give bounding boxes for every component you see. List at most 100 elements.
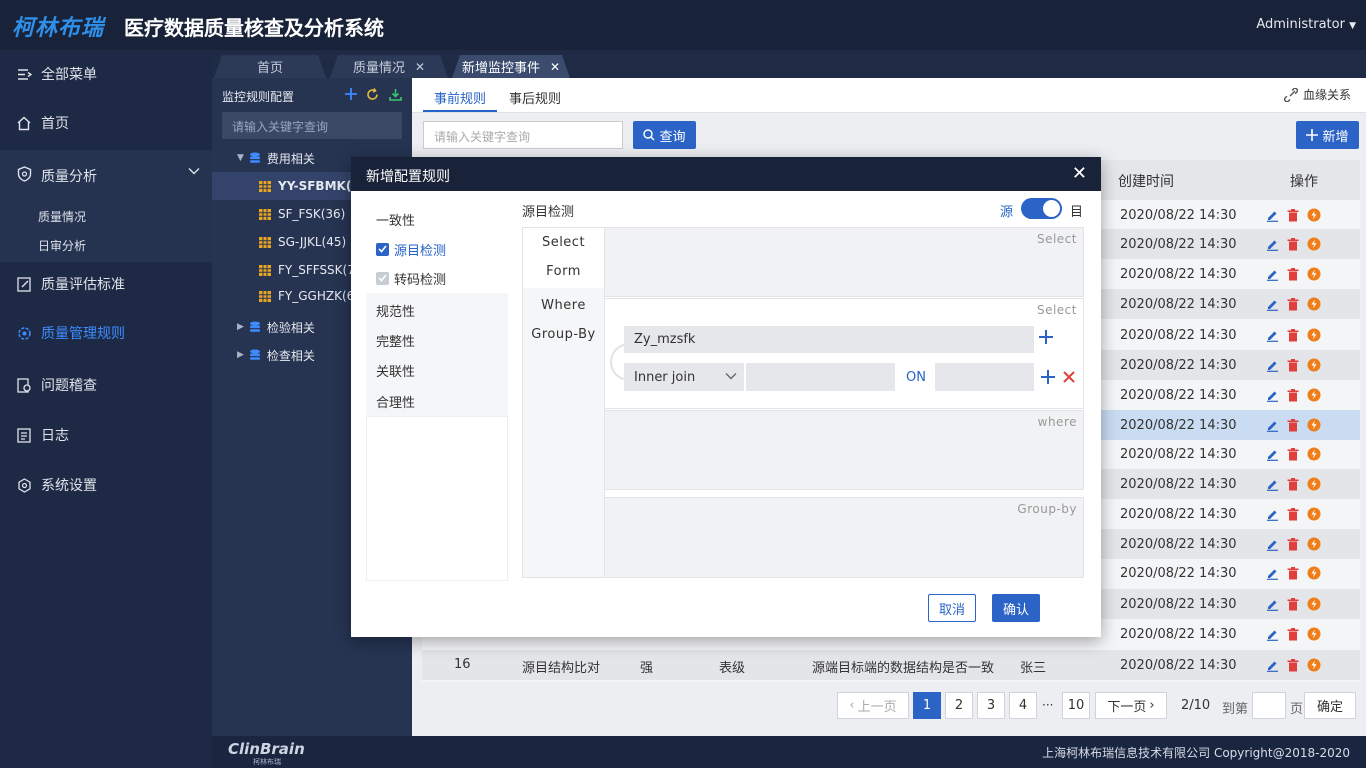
delete-icon[interactable] xyxy=(1287,507,1299,521)
sidebar-item-settings[interactable]: 系统设置 xyxy=(0,461,212,509)
next-page-button[interactable]: 下一页 › xyxy=(1095,692,1167,719)
add-row-icon[interactable] xyxy=(1039,330,1053,344)
delete-icon[interactable] xyxy=(1287,267,1299,281)
page-button[interactable]: 2 xyxy=(945,692,973,719)
add-join-icon[interactable] xyxy=(1041,370,1055,384)
table-row[interactable]: 2020/08/22 14:30 xyxy=(1101,589,1360,619)
sidebar-subitem-daily-analysis[interactable]: 日审分析 xyxy=(38,237,86,254)
sidebar-item-home[interactable]: 首页 xyxy=(0,99,212,147)
subtab-pre-rules[interactable]: 事前规则 xyxy=(434,88,486,107)
execute-icon[interactable] xyxy=(1307,566,1321,580)
table-row[interactable]: 2020/08/22 14:30 xyxy=(1101,259,1360,289)
close-icon[interactable]: ✕ xyxy=(550,60,560,74)
main-search-input[interactable]: 请输入关键字查询 xyxy=(423,121,623,149)
category-normativity[interactable]: 规范性 xyxy=(366,295,508,325)
edit-icon[interactable] xyxy=(1266,268,1279,281)
close-icon[interactable]: ✕ xyxy=(415,60,425,74)
sidebar-subitem-quality-status[interactable]: 质量情况 xyxy=(38,208,86,225)
execute-icon[interactable] xyxy=(1307,658,1321,672)
confirm-button[interactable]: 确认 xyxy=(992,594,1040,622)
sql-nav-select[interactable]: Select xyxy=(523,235,604,250)
sidebar-item-all-menu[interactable]: 全部菜单 xyxy=(0,50,212,98)
sidebar-item-issue-audit[interactable]: 问题稽查 xyxy=(0,361,212,409)
edit-icon[interactable] xyxy=(1266,448,1279,461)
sql-nav-groupby[interactable]: Group-By xyxy=(523,327,604,342)
tab-home[interactable]: 首页 xyxy=(214,55,326,78)
where-panel[interactable]: where xyxy=(604,410,1084,490)
tree-search-input[interactable]: 请输入关键字查询 xyxy=(222,112,402,139)
delete-icon[interactable] xyxy=(1287,597,1299,611)
sql-nav-form[interactable]: Form xyxy=(523,264,604,279)
category-rationality[interactable]: 合理性 xyxy=(366,386,508,416)
edit-icon[interactable] xyxy=(1266,238,1279,251)
table-row[interactable]: 2020/08/22 14:30 xyxy=(1101,650,1360,680)
table-row[interactable]: 2020/08/22 14:30 xyxy=(1101,529,1360,559)
select-panel-top[interactable]: Select xyxy=(604,227,1084,297)
source-target-toggle[interactable] xyxy=(1021,198,1062,219)
delete-icon[interactable] xyxy=(1287,237,1299,251)
edit-icon[interactable] xyxy=(1266,598,1279,611)
delete-icon[interactable] xyxy=(1287,358,1299,372)
execute-icon[interactable] xyxy=(1307,597,1321,611)
subtab-post-rules[interactable]: 事后规则 xyxy=(509,88,561,107)
execute-icon[interactable] xyxy=(1307,447,1321,461)
delete-icon[interactable] xyxy=(1287,418,1299,432)
prev-page-button[interactable]: ‹ 上一页 xyxy=(837,692,909,719)
edit-icon[interactable] xyxy=(1266,359,1279,372)
edit-icon[interactable] xyxy=(1266,567,1279,580)
table-row[interactable]: 2020/08/22 14:30 xyxy=(1101,439,1360,469)
page-button[interactable]: 4 xyxy=(1009,692,1037,719)
user-menu[interactable]: Administrator ▼ xyxy=(1256,17,1356,32)
edit-icon[interactable] xyxy=(1266,478,1279,491)
table-row[interactable]: 2020/08/22 14:30 xyxy=(1101,200,1360,230)
category-transcode-check[interactable]: 转码检测 xyxy=(366,263,508,293)
add-icon[interactable] xyxy=(345,88,357,100)
delete-icon[interactable] xyxy=(1287,208,1299,222)
execute-icon[interactable] xyxy=(1307,537,1321,551)
edit-icon[interactable] xyxy=(1266,298,1279,311)
execute-icon[interactable] xyxy=(1307,267,1321,281)
goto-page-input[interactable] xyxy=(1252,692,1286,719)
edit-icon[interactable] xyxy=(1266,508,1279,521)
remove-join-icon[interactable] xyxy=(1063,371,1075,383)
delete-icon[interactable] xyxy=(1287,297,1299,311)
join-type-select[interactable]: Inner join xyxy=(624,363,744,391)
query-button[interactable]: 查询 xyxy=(633,121,696,149)
table-row[interactable]: 2020/08/22 14:30 xyxy=(1101,289,1360,319)
table-row[interactable]: 2020/08/22 14:30 xyxy=(1101,350,1360,380)
delete-icon[interactable] xyxy=(1287,328,1299,342)
edit-icon[interactable] xyxy=(1266,419,1279,432)
goto-confirm-button[interactable]: 确定 xyxy=(1304,692,1356,719)
delete-icon[interactable] xyxy=(1287,447,1299,461)
refresh-icon[interactable] xyxy=(366,88,379,101)
edit-icon[interactable] xyxy=(1266,389,1279,402)
execute-icon[interactable] xyxy=(1307,328,1321,342)
join-table-field[interactable] xyxy=(746,363,895,391)
sidebar-item-quality-standards[interactable]: 质量评估标准 xyxy=(0,260,212,308)
cancel-button[interactable]: 取消 xyxy=(928,594,976,622)
category-source-target-check[interactable]: 源目检测 xyxy=(366,234,508,264)
execute-icon[interactable] xyxy=(1307,477,1321,491)
execute-icon[interactable] xyxy=(1307,627,1321,641)
edit-icon[interactable] xyxy=(1266,329,1279,342)
table-row[interactable]: 2020/08/22 14:30 xyxy=(1101,320,1360,350)
execute-icon[interactable] xyxy=(1307,237,1321,251)
execute-icon[interactable] xyxy=(1307,507,1321,521)
checkbox-checked-icon[interactable] xyxy=(376,242,389,256)
edit-icon[interactable] xyxy=(1266,538,1279,551)
table-row[interactable]: 2020/08/22 14:30 xyxy=(1101,558,1360,588)
delete-icon[interactable] xyxy=(1287,537,1299,551)
sidebar-item-quality-rules[interactable]: 质量管理规则 xyxy=(0,309,212,357)
delete-icon[interactable] xyxy=(1287,477,1299,491)
edit-icon[interactable] xyxy=(1266,659,1279,672)
table-row[interactable]: 2020/08/22 14:30 xyxy=(1101,229,1360,259)
category-integrity[interactable]: 完整性 xyxy=(366,325,508,355)
table-row[interactable]: 2020/08/22 14:30 xyxy=(1101,380,1360,410)
table-row[interactable]: 2020/08/22 14:30 xyxy=(1101,619,1360,649)
category-relevance[interactable]: 关联性 xyxy=(366,355,508,385)
lineage-link[interactable]: 血缘关系 xyxy=(1284,86,1351,103)
download-icon[interactable] xyxy=(389,88,402,101)
execute-icon[interactable] xyxy=(1307,297,1321,311)
delete-icon[interactable] xyxy=(1287,388,1299,402)
tab-quality-status[interactable]: 质量情况 ✕ xyxy=(330,55,448,78)
